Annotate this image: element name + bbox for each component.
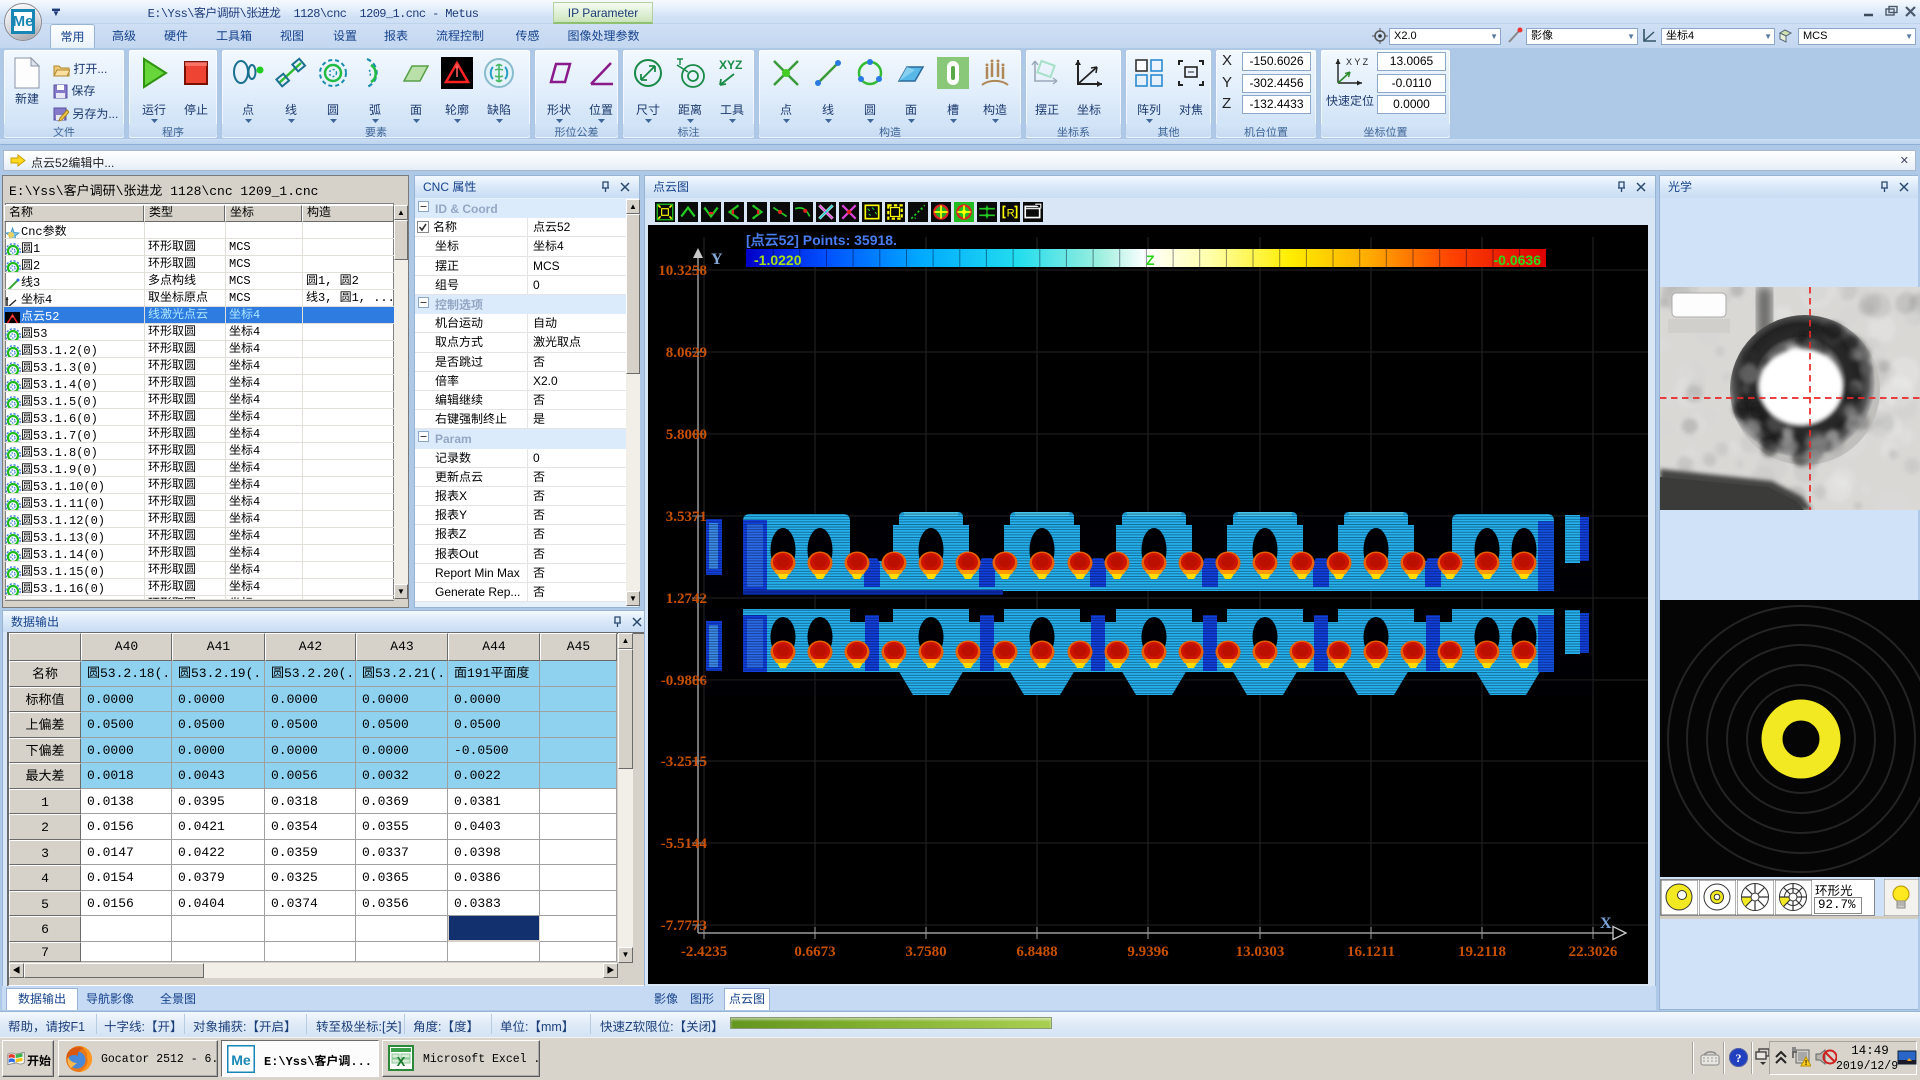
svg-text:5.8000: 5.8000: [666, 427, 707, 443]
svg-text:13.0303: 13.0303: [1236, 944, 1285, 960]
svg-text:-2.4235: -2.4235: [681, 944, 727, 960]
svg-text:0.6673: 0.6673: [794, 944, 835, 960]
svg-text:X: X: [397, 1054, 406, 1069]
svg-text:R: R: [1007, 207, 1015, 219]
svg-text:-0.9886: -0.9886: [661, 673, 708, 689]
svg-text:-3.2515: -3.2515: [661, 754, 707, 770]
svg-text:Y: Y: [711, 251, 723, 268]
svg-text:22.3026: 22.3026: [1569, 944, 1618, 960]
svg-text:?: ?: [1736, 1051, 1742, 1065]
svg-text:10.3258: 10.3258: [658, 263, 707, 279]
svg-text:Me: Me: [231, 1052, 251, 1068]
svg-text:X Y Z: X Y Z: [1346, 57, 1369, 67]
svg-text:3.7580: 3.7580: [905, 944, 946, 960]
svg-text:[点云52] Points: 35918.: [点云52] Points: 35918.: [746, 232, 897, 248]
svg-text:-1.0220: -1.0220: [754, 252, 802, 268]
svg-text:1.2742: 1.2742: [666, 591, 707, 607]
svg-text:9.9396: 9.9396: [1127, 944, 1169, 960]
svg-text:-5.5144: -5.5144: [661, 836, 708, 852]
svg-text:-0.0636: -0.0636: [1494, 252, 1542, 268]
svg-text:19.2118: 19.2118: [1458, 944, 1506, 960]
svg-text:Z: Z: [1146, 252, 1155, 268]
svg-text:-7.7773: -7.7773: [661, 918, 707, 934]
svg-text:6.8488: 6.8488: [1016, 944, 1057, 960]
svg-text:16.1211: 16.1211: [1347, 944, 1395, 960]
svg-text:3.5371: 3.5371: [666, 509, 707, 525]
svg-text:!: !: [1805, 1060, 1807, 1067]
svg-text:X: X: [1600, 915, 1612, 932]
svg-text:8.0629: 8.0629: [666, 345, 707, 361]
svg-text:XYZ: XYZ: [719, 58, 742, 72]
